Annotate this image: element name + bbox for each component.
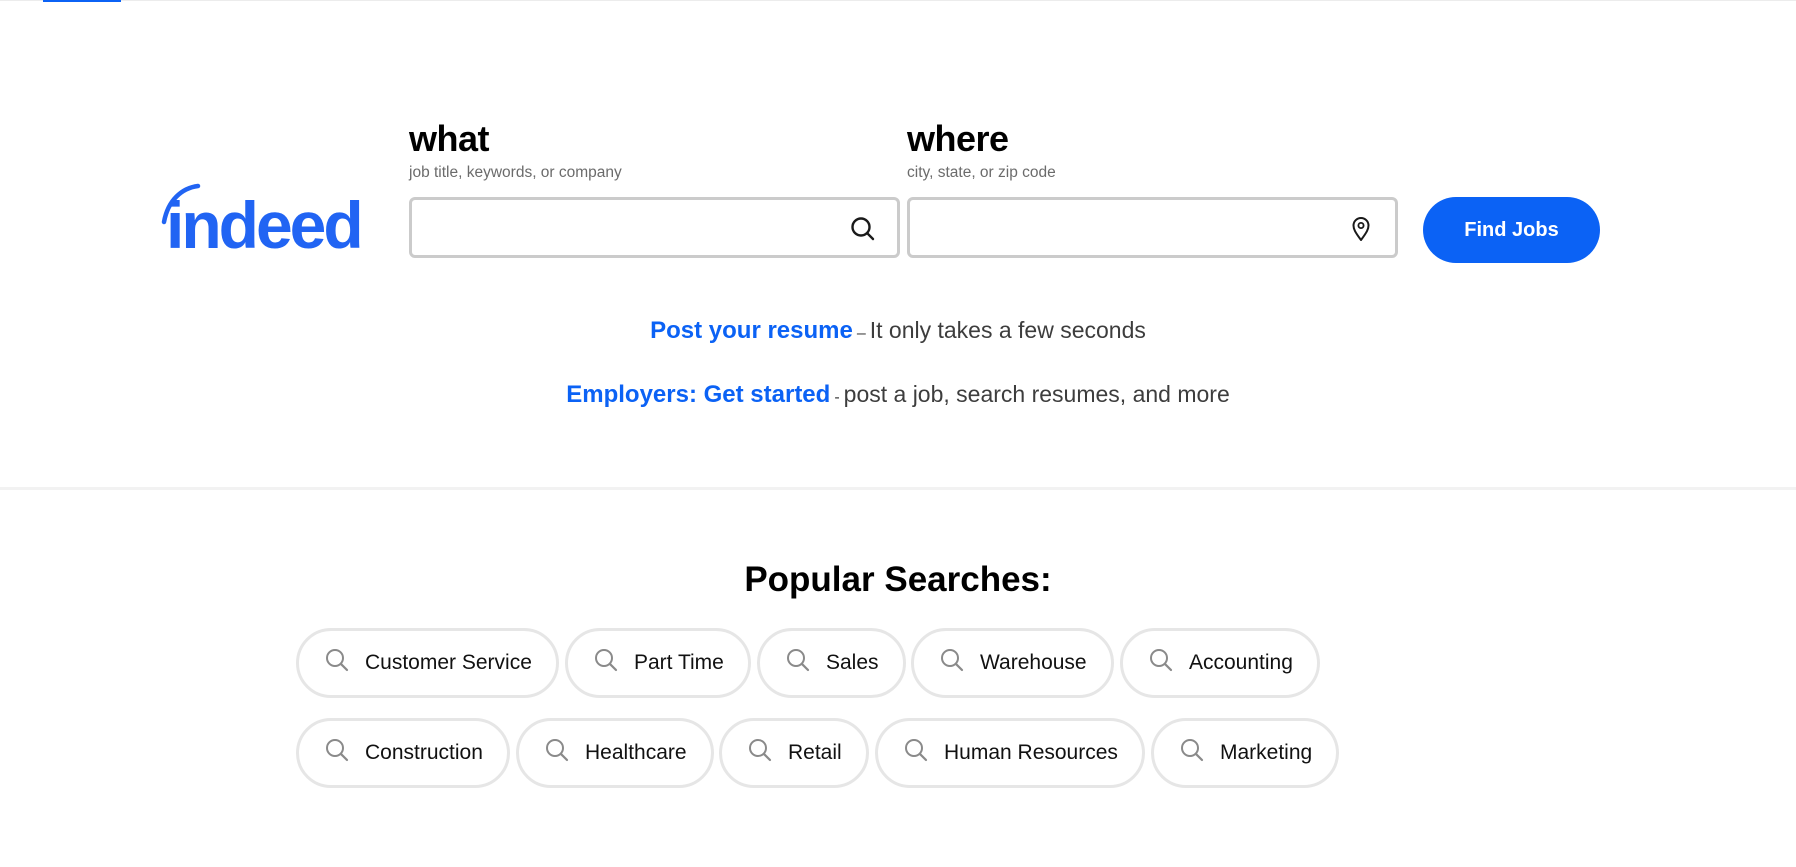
- search-icon: [905, 739, 928, 762]
- chip-label: Healthcare: [585, 741, 687, 764]
- search-icon: [941, 649, 964, 672]
- where-label: where: [907, 118, 1009, 159]
- popular-search-chip[interactable]: Human Resources: [875, 718, 1145, 788]
- find-jobs-button[interactable]: Find Jobs: [1423, 197, 1600, 263]
- chip-label: Human Resources: [944, 741, 1118, 764]
- popular-search-chip[interactable]: Part Time: [565, 628, 751, 698]
- what-label: what: [409, 118, 490, 159]
- search-icon: [1181, 739, 1204, 762]
- promo-separator: -: [834, 389, 840, 406]
- chip-label: Accounting: [1189, 651, 1293, 674]
- post-resume-link[interactable]: Post your resume: [650, 317, 853, 344]
- where-input-container[interactable]: [907, 197, 1398, 258]
- post-resume-text: It only takes a few seconds: [869, 317, 1146, 343]
- chip-label: Part Time: [634, 651, 724, 674]
- where-input[interactable]: [920, 208, 1339, 250]
- post-resume-promo: Post your resume – It only takes a few sec…: [0, 317, 1796, 345]
- section-divider: [0, 487, 1796, 490]
- search-icon: [749, 739, 772, 762]
- what-help-text: job title, keywords, or company: [409, 164, 622, 181]
- popular-search-chip[interactable]: Accounting: [1120, 628, 1320, 698]
- popular-search-chip[interactable]: Retail: [719, 718, 869, 788]
- location-pin-icon: [1352, 217, 1370, 241]
- top-border: [0, 0, 1796, 1]
- popular-searches-title: Popular Searches:: [744, 560, 1052, 599]
- employers-text: post a job, search resumes, and more: [843, 381, 1230, 407]
- where-help-text: city, state, or zip code: [907, 164, 1056, 181]
- promo-separator: –: [856, 325, 866, 342]
- popular-search-chip[interactable]: Sales: [757, 628, 906, 698]
- popular-search-chip[interactable]: Healthcare: [516, 718, 714, 788]
- indeed-logo[interactable]: indeed: [158, 182, 382, 254]
- chip-label: Customer Service: [365, 651, 532, 674]
- search-icon: [1150, 649, 1173, 672]
- logo-wordmark: indeed: [166, 188, 361, 254]
- what-input-container[interactable]: [409, 197, 900, 258]
- what-input[interactable]: [422, 208, 841, 250]
- search-icon[interactable]: [849, 215, 877, 243]
- chip-label: Warehouse: [980, 651, 1087, 674]
- popular-search-chip[interactable]: Marketing: [1151, 718, 1340, 788]
- employers-promo: Employers: Get started - post a job, searc…: [0, 381, 1796, 409]
- popular-search-chip[interactable]: Customer Service: [296, 628, 559, 698]
- search-icon: [595, 649, 618, 672]
- search-icon: [787, 649, 810, 672]
- search-icon: [326, 739, 349, 762]
- chip-label: Sales: [826, 651, 879, 674]
- search-icon: [546, 739, 569, 762]
- chip-label: Construction: [365, 741, 483, 764]
- employers-get-started-link[interactable]: Employers: Get started: [566, 381, 830, 408]
- popular-search-chip[interactable]: Warehouse: [911, 628, 1114, 698]
- chip-label: Retail: [788, 741, 842, 764]
- popular-search-chip[interactable]: Construction: [296, 718, 510, 788]
- chip-label: Marketing: [1220, 741, 1313, 764]
- active-nav-indicator: [43, 0, 121, 2]
- search-icon: [326, 649, 349, 672]
